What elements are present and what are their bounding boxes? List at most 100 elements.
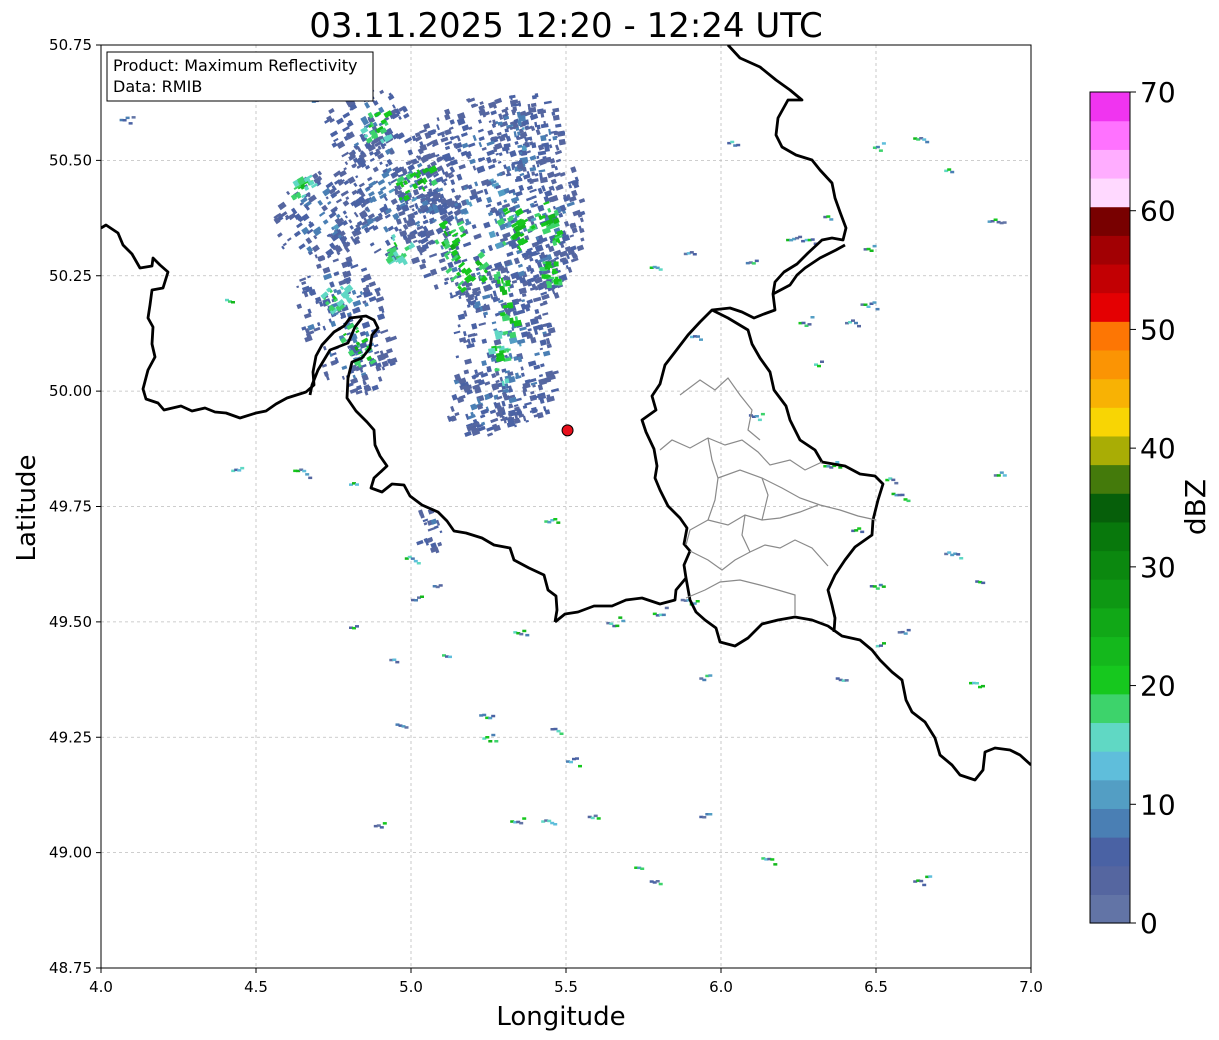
y-tick-label: 49.50 (49, 613, 92, 631)
colorbar-label: dBZ (1179, 479, 1212, 535)
echo-pixel (410, 557, 415, 560)
colorbar-segment (1090, 321, 1130, 351)
echo-pixel (881, 142, 886, 145)
echo-pixel (829, 218, 834, 221)
echo-pixel (640, 867, 645, 870)
echo-pixel (956, 553, 961, 556)
precip-pixel (548, 138, 552, 142)
precip-pixel (534, 93, 539, 98)
y-tick-label: 50.25 (49, 267, 92, 285)
precip-pixel (548, 265, 553, 268)
colorbar-segment (1090, 665, 1130, 695)
echo-pixel (420, 595, 424, 598)
colorbar-ticks: 0 10 20 30 40 50 60 70 (1130, 76, 1176, 940)
x-tick-label: 4.5 (244, 978, 268, 996)
echo-pixel (810, 316, 815, 319)
echo-pixel (820, 360, 824, 363)
echo-pixel (801, 321, 806, 325)
colorbar-segment (1090, 693, 1130, 724)
echo-pixel (1130, 417, 1134, 420)
colorbar-segment (1090, 550, 1130, 580)
colorbar-segment (1090, 120, 1130, 150)
echo-pixel (621, 619, 626, 623)
precip-pixel (536, 155, 540, 159)
y-tick-label: 49.25 (49, 728, 92, 746)
y-axis-label: Latitude (12, 454, 42, 561)
echo-pixel (578, 764, 582, 768)
echo-pixel (569, 760, 573, 764)
echo-pixel (754, 259, 759, 263)
colorbar-segment (1090, 493, 1130, 523)
echo-pixel (404, 726, 409, 729)
colorbar-segment (1090, 235, 1130, 265)
precip-pixel (531, 142, 537, 149)
colorbar-segment (1090, 177, 1130, 208)
echo-pixel (999, 471, 1004, 474)
echo-pixel (919, 879, 924, 883)
echo-pixel (661, 613, 666, 617)
echo-pixel (553, 518, 558, 521)
echo-pixel (702, 816, 707, 819)
echo-pixel (872, 301, 877, 304)
echo-pixel (993, 218, 998, 221)
precip-pixel (544, 156, 552, 163)
echo-pixel (866, 305, 871, 308)
map-title: 03.11.2025 12:20 - 12:24 UTC (309, 6, 823, 46)
echo-pixel (308, 476, 313, 480)
echo-pixel (981, 684, 985, 688)
echo-pixel (882, 642, 886, 645)
echo-pixel (575, 757, 579, 760)
echo-pixel (757, 418, 762, 422)
echo-pixel (553, 823, 558, 826)
precip-pixel (521, 127, 525, 130)
echo-pixel (975, 682, 979, 685)
x-tick-label: 6.0 (709, 978, 733, 996)
colorbar-segment (1090, 349, 1130, 380)
echo-pixel (925, 140, 930, 144)
precip-pixel (540, 134, 547, 142)
echo-pixel (302, 469, 307, 473)
echo-pixel (881, 585, 886, 588)
echo-pixel (996, 474, 1001, 477)
echo-pixel (872, 244, 877, 248)
y-tick-label: 50.50 (49, 151, 92, 169)
colorbar-segment (1090, 521, 1130, 552)
echo-pixel (922, 138, 927, 141)
echo-pixel (355, 483, 359, 486)
echo-pixel (857, 527, 862, 530)
echo-pixel (950, 170, 955, 174)
x-tick-label: 5.5 (554, 978, 578, 996)
echo-pixel (392, 658, 397, 661)
echo-pixel (379, 826, 384, 829)
colorbar-tick-label: 0 (1140, 907, 1158, 940)
x-tick-label: 4.0 (89, 978, 113, 996)
precip-pixel (552, 268, 557, 275)
echo-pixel (798, 235, 803, 239)
precip-pixel (541, 274, 549, 279)
echo-pixel (736, 143, 741, 147)
colorbar-segment (1090, 607, 1130, 638)
precip-pixel (497, 354, 506, 362)
precip-pixel (553, 261, 559, 267)
echo-pixel (596, 817, 601, 820)
colorbar-segment (1090, 751, 1130, 781)
echo-pixel (125, 116, 130, 120)
echo-pixel (355, 625, 359, 628)
echo-pixel (702, 678, 707, 682)
echo-pixel (826, 215, 831, 218)
colorbar-tick-label: 60 (1140, 195, 1176, 228)
echo-pixel (851, 319, 855, 322)
echo-pixel (730, 140, 735, 144)
colorbar-tick-label: 20 (1140, 670, 1176, 703)
precip-pixel (553, 279, 559, 285)
precip-pixel (552, 135, 557, 141)
colorbar-segment (1090, 837, 1130, 867)
colorbar-segment (1090, 149, 1130, 179)
echo-pixel (1002, 474, 1007, 477)
echo-pixel (773, 863, 778, 866)
precip-pixel (504, 128, 509, 133)
echo-pixel (807, 323, 812, 326)
echo-pixel (559, 732, 564, 735)
echo-pixel (708, 813, 713, 816)
colorbar-segment (1090, 722, 1130, 752)
